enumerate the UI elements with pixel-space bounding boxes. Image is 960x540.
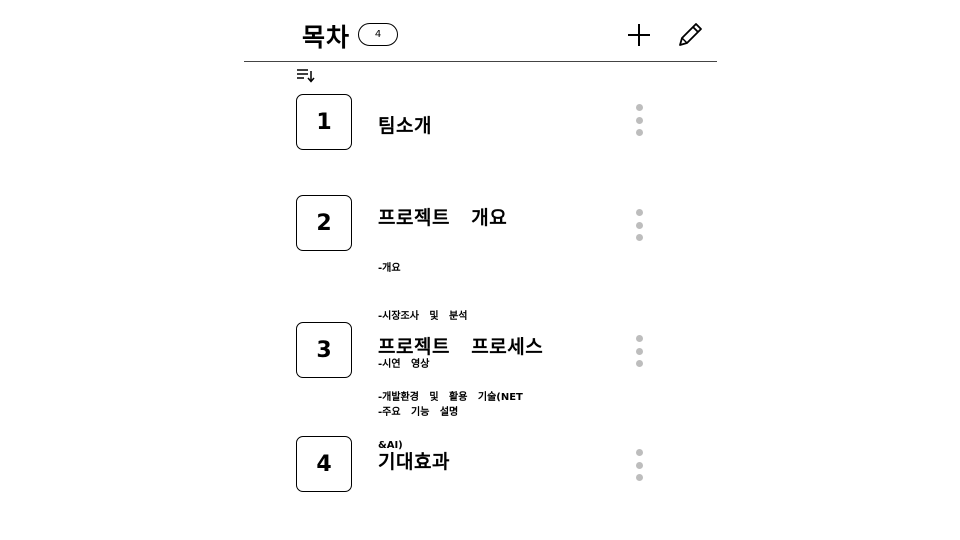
more-button[interactable] [632, 449, 646, 485]
sort-button[interactable] [296, 67, 316, 83]
more-vertical-icon [635, 335, 643, 342]
detail-line: -개요 [378, 263, 401, 274]
item-number: 4 [296, 436, 352, 492]
item-number: 3 [296, 322, 352, 378]
pencil-icon [679, 23, 702, 46]
item-title: 기대효과 [378, 451, 450, 473]
detail-line: -시장조사 및 분석 [378, 311, 468, 322]
more-vertical-icon [635, 209, 643, 216]
plus-icon [628, 24, 650, 46]
more-vertical-icon [635, 449, 643, 456]
header-divider [244, 61, 717, 62]
item-title: 프로젝트 프로세스 [378, 336, 544, 358]
detail-line: -개발환경 및 활용 기술(NET [378, 392, 523, 403]
page-title: 목차 [302, 23, 351, 52]
item-count-badge: 4 [358, 23, 398, 46]
item-title: 팀소개 [378, 115, 432, 137]
sort-icon [297, 69, 315, 83]
add-button[interactable] [624, 20, 654, 50]
item-number: 1 [296, 94, 352, 150]
more-button[interactable] [632, 209, 646, 245]
more-button[interactable] [632, 104, 646, 140]
toc-page: 목차 4 1 팀소개 2 프로젝트 개요 -개요 -시장조사 및 분석 -시연 … [0, 0, 960, 540]
item-number: 2 [296, 195, 352, 251]
more-button[interactable] [632, 335, 646, 371]
edit-button[interactable] [674, 19, 706, 51]
item-title: 프로젝트 개요 [378, 207, 508, 229]
more-vertical-icon [635, 104, 643, 111]
